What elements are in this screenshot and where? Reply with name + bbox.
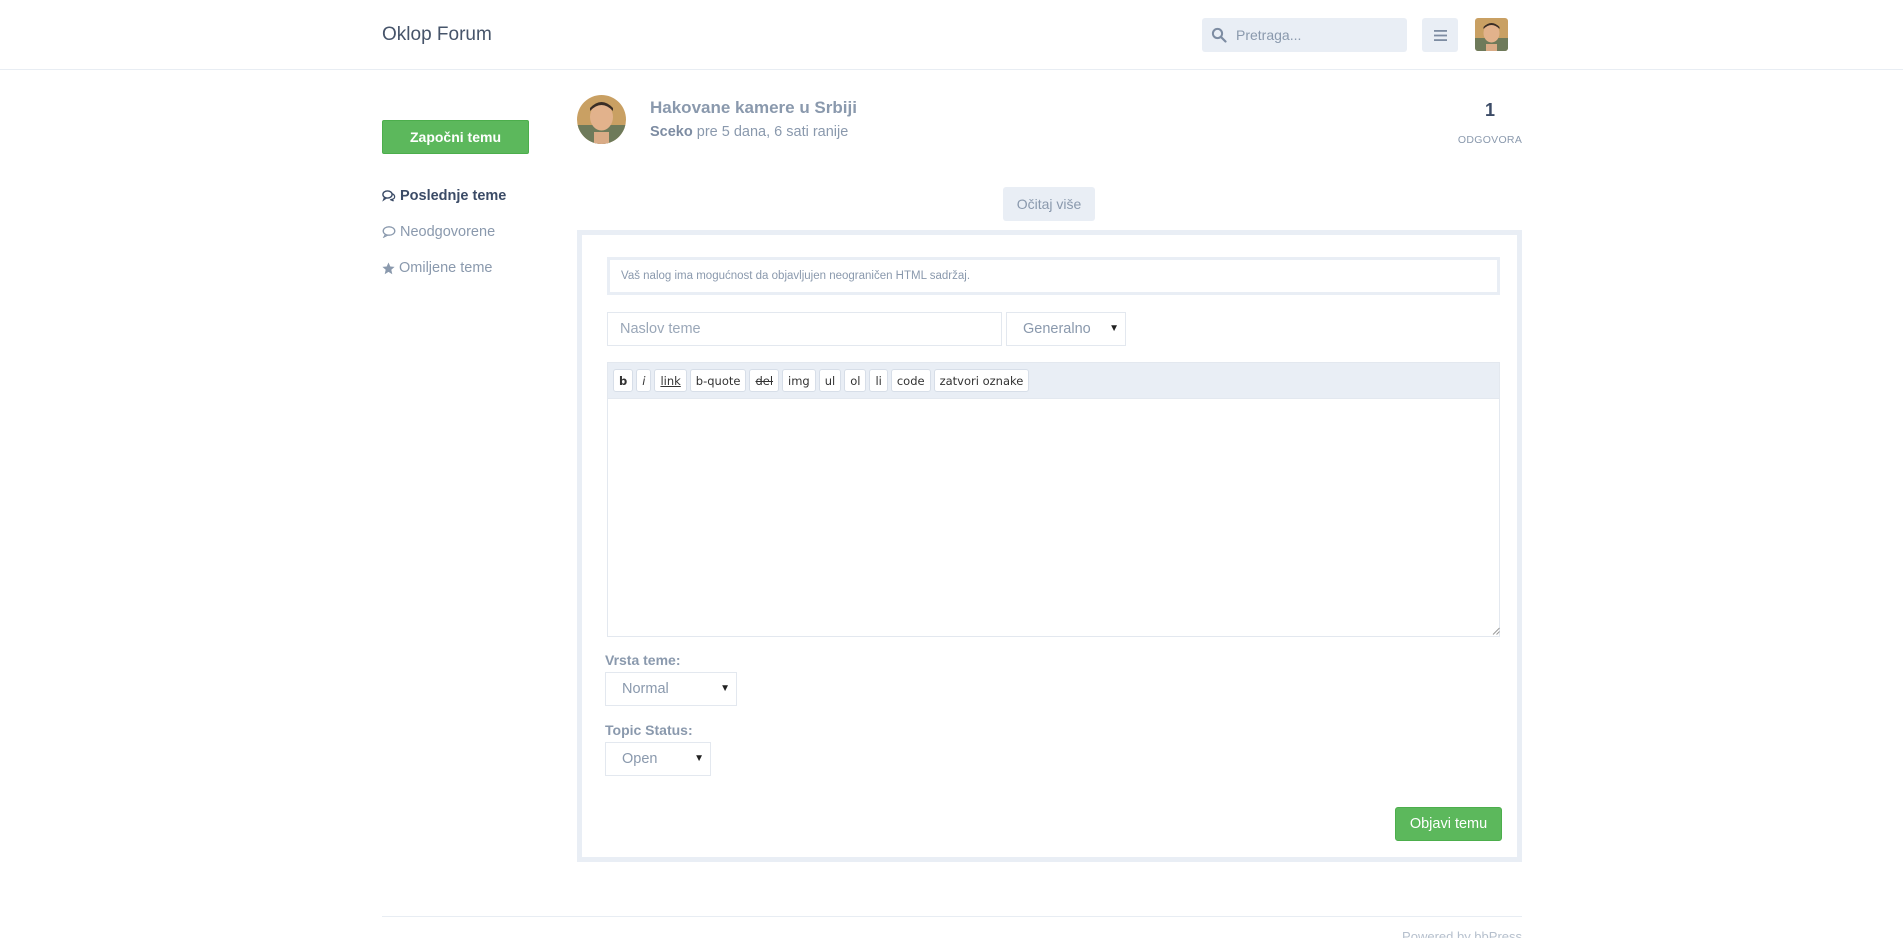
- site-brand[interactable]: Oklop Forum: [382, 24, 492, 46]
- powered-by[interactable]: Powered by bbPress: [1340, 929, 1522, 938]
- topic-type-label: Vrsta teme:: [605, 652, 681, 668]
- star-icon: [382, 262, 395, 274]
- avatar-image: [1475, 18, 1508, 51]
- toolbar-bold-button[interactable]: b: [613, 369, 634, 392]
- sidebar-item-label: Poslednje teme: [400, 188, 507, 204]
- toolbar-close-tags-button[interactable]: zatvori oznake: [933, 369, 1030, 392]
- forum-select[interactable]: Generalno ▼: [1006, 312, 1126, 346]
- caret-down-icon: ▼: [720, 682, 730, 694]
- topic-meta: Sceko pre 5 dana, 6 sati ranije: [650, 124, 848, 140]
- sidebar-item-favorites[interactable]: Omiljene teme: [382, 250, 506, 286]
- sidebar-item-unanswered[interactable]: Neodgovorene: [382, 214, 506, 250]
- comment-icon: [382, 226, 396, 238]
- new-topic-form: Vaš nalog ima mogućnost da objavljujen n…: [577, 230, 1522, 862]
- toolbar-blockquote-button[interactable]: b-quote: [689, 369, 747, 392]
- footer-divider: [382, 916, 1522, 917]
- user-avatar[interactable]: [1475, 18, 1508, 51]
- load-more-button[interactable]: Očitaj više: [1003, 187, 1095, 221]
- reply-count: 1: [1484, 100, 1495, 120]
- toolbar-ul-button[interactable]: ul: [818, 369, 842, 392]
- menu-button[interactable]: [1422, 18, 1458, 52]
- resize-grip-icon[interactable]: [1492, 627, 1500, 635]
- reply-count-label: ODGOVORA: [1457, 134, 1523, 146]
- toolbar-italic-button[interactable]: i: [636, 369, 652, 392]
- search-input[interactable]: [1236, 18, 1401, 52]
- topic-status-select[interactable]: Open ▼: [605, 742, 711, 776]
- new-topic-button[interactable]: Započni temu: [382, 120, 529, 154]
- html-permission-notice: Vaš nalog ima mogućnost da objavljujen n…: [607, 257, 1500, 295]
- comments-icon: [382, 190, 396, 202]
- topic-title-link[interactable]: Hakovane kamere u Srbiji: [650, 98, 857, 118]
- search-icon: [1211, 27, 1227, 43]
- sidebar-item-label: Omiljene teme: [399, 260, 493, 276]
- top-header: Oklop Forum: [0, 0, 1903, 70]
- toolbar-del-button[interactable]: del: [749, 369, 780, 392]
- topic-status-value: Open: [622, 751, 658, 767]
- topic-title-input[interactable]: [607, 312, 1002, 346]
- forum-select-value: Generalno: [1023, 321, 1091, 337]
- toolbar-li-button[interactable]: li: [869, 369, 888, 392]
- toolbar-img-button[interactable]: img: [782, 369, 816, 392]
- hamburger-icon: [1433, 29, 1447, 41]
- sidebar-item-label: Neodgovorene: [400, 224, 496, 240]
- search-box[interactable]: [1202, 18, 1407, 52]
- toolbar-ol-button[interactable]: ol: [844, 369, 867, 392]
- topic-author-link[interactable]: Sceko: [650, 124, 693, 140]
- editor-toolbar: b i link b-quote del img ul ol li code z…: [607, 362, 1500, 399]
- sidebar-item-latest-topics[interactable]: Poslednje teme: [382, 178, 506, 214]
- submit-topic-button[interactable]: Objavi temu: [1395, 807, 1502, 841]
- topic-type-select[interactable]: Normal ▼: [605, 672, 737, 706]
- caret-down-icon: ▼: [1109, 322, 1119, 334]
- toolbar-link-button[interactable]: link: [654, 369, 687, 392]
- avatar-image: [577, 95, 626, 144]
- topic-time: pre 5 dana, 6 sati ranije: [696, 124, 849, 140]
- topic-content-textarea[interactable]: [607, 399, 1500, 637]
- sidebar-nav: Poslednje teme Neodgovorene Omiljene tem…: [382, 178, 506, 286]
- topic-status-label: Topic Status:: [605, 722, 693, 738]
- topic-author-avatar[interactable]: [577, 95, 626, 144]
- caret-down-icon: ▼: [694, 752, 704, 764]
- topic-type-value: Normal: [622, 681, 669, 697]
- toolbar-code-button[interactable]: code: [890, 369, 931, 392]
